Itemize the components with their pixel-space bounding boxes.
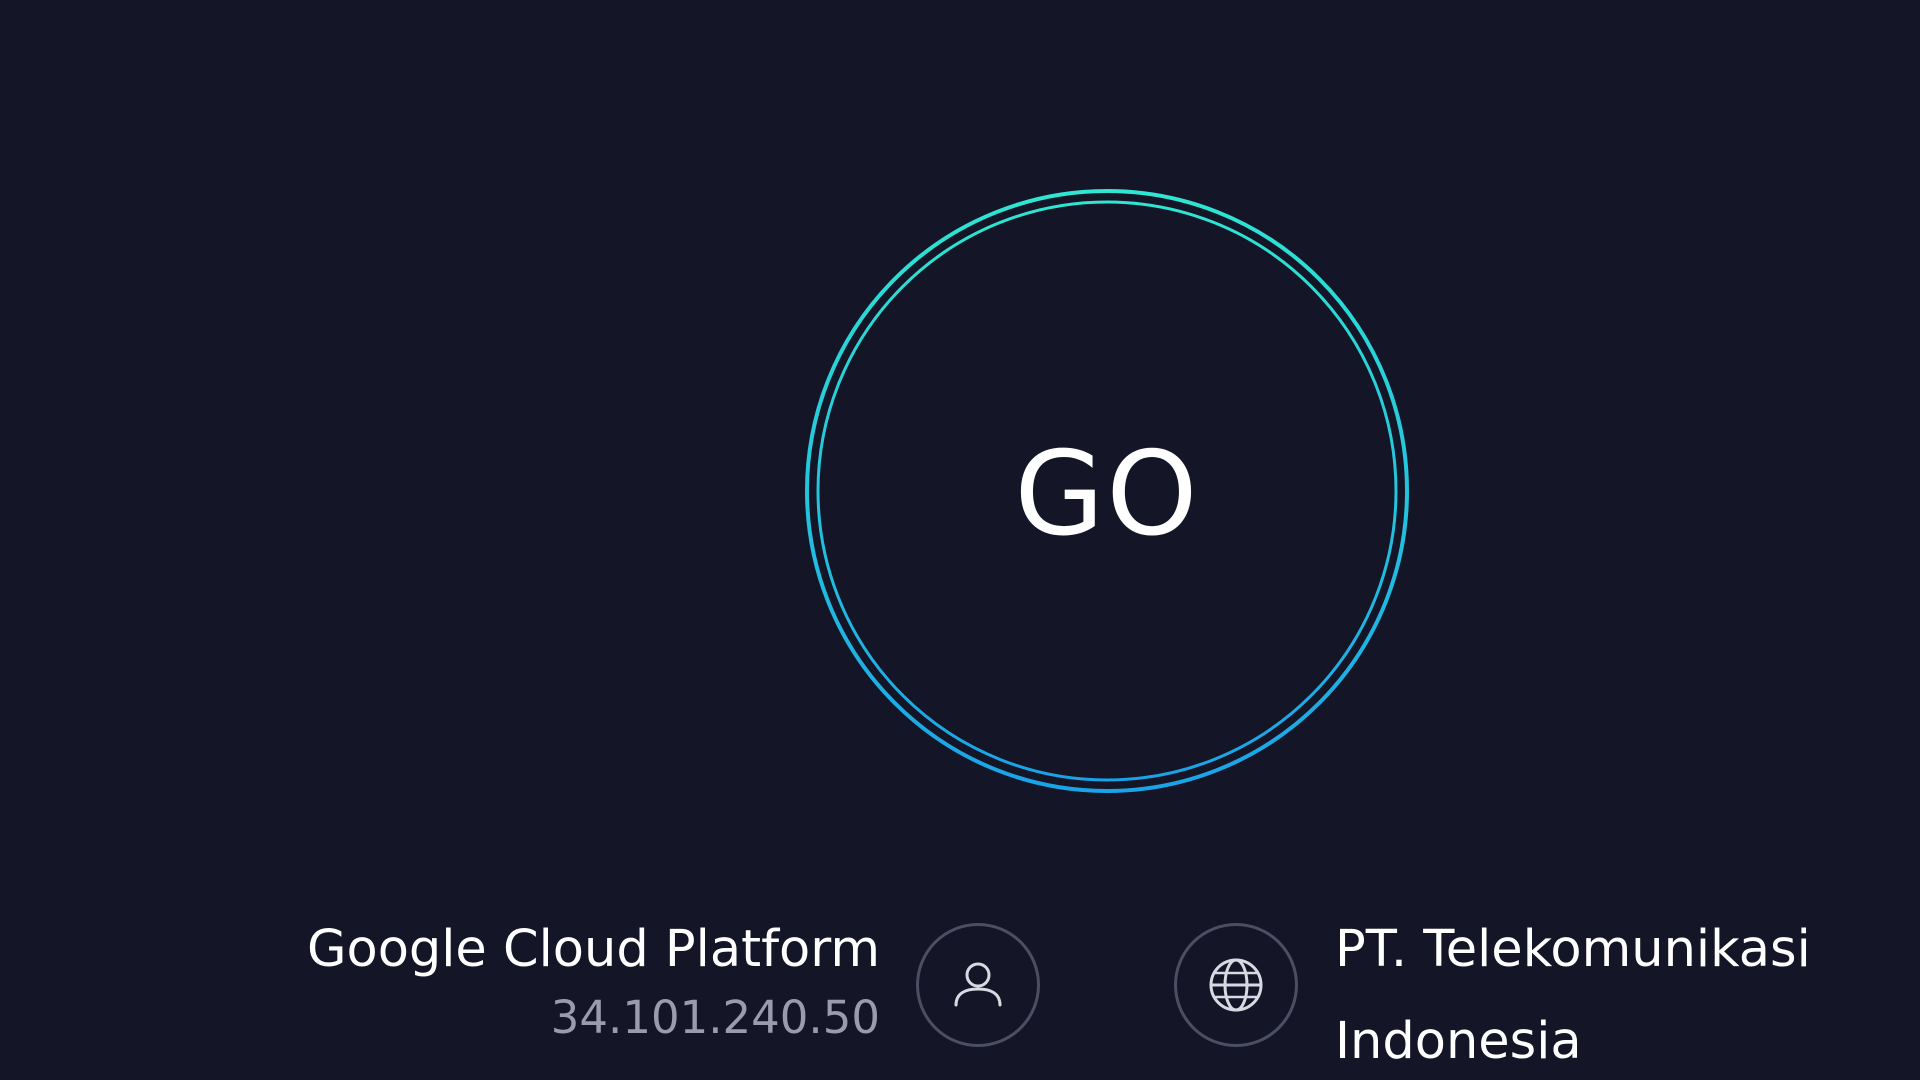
globe-icon-glyph <box>1209 958 1263 1012</box>
host-info: Google Cloud Platform 34.101.240.50 <box>307 918 880 1054</box>
globe-icon[interactable] <box>1174 923 1298 1047</box>
user-icon-glyph <box>954 962 1002 1007</box>
provider-name[interactable]: PT. Telekomunikasi Indonesia <box>1335 904 1920 1080</box>
user-icon[interactable] <box>916 923 1040 1047</box>
go-button-label: GO <box>1014 426 1200 562</box>
host-ip-address: 34.101.240.50 <box>550 991 880 1044</box>
provider-info: PT. Telekomunikasi Indonesia <box>1335 918 1920 1080</box>
go-button[interactable]: GO <box>802 186 1412 796</box>
host-name[interactable]: Google Cloud Platform <box>307 918 880 982</box>
speedtest-screen: GO Google Cloud Platform 34.101.240.50 P… <box>0 0 1920 1080</box>
